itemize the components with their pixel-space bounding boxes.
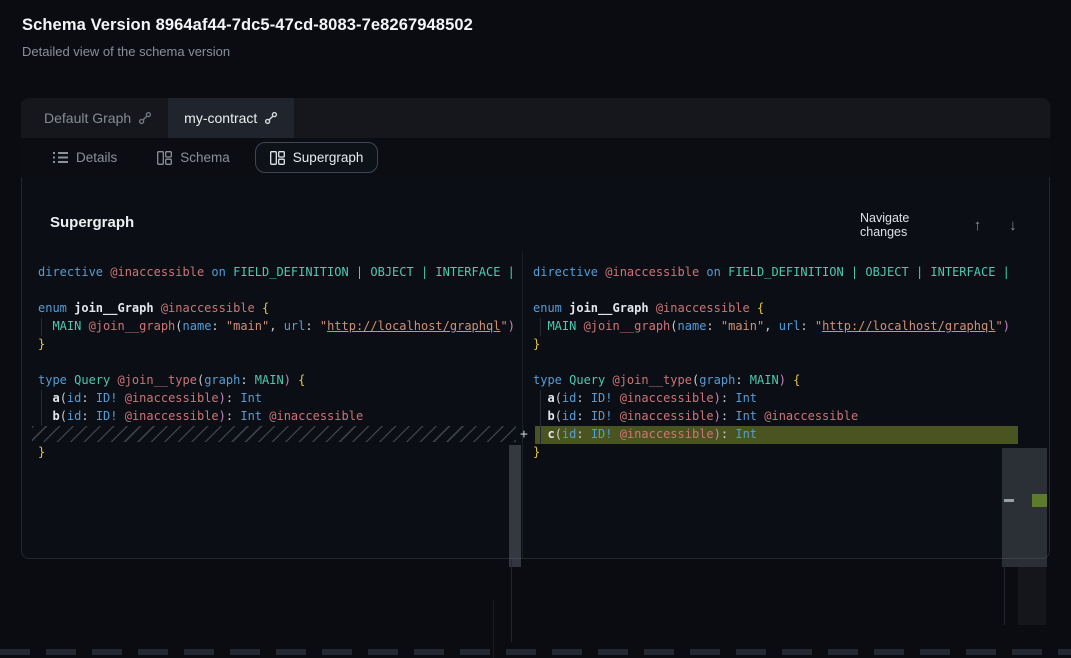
page-title: Schema Version 8964af44-7dc5-47cd-8083-7… [22,16,473,35]
arrow-down-icon: ↓ [1009,217,1017,234]
minimap-line-mark [1004,499,1014,502]
navigate-changes: Navigate changes ↑ ↓ [860,211,1020,239]
code-line: MAIN @join__graph(name: "main", url: "ht… [38,317,516,335]
diff-pane-original[interactable]: directive @inaccessible on FIELD_DEFINIT… [30,263,516,463]
minimap-slider[interactable] [1002,448,1047,567]
code-line: directive @inaccessible on FIELD_DEFINIT… [533,263,1018,281]
hatch-placeholder-line [32,425,516,443]
bottom-skeleton-dashes [0,649,1071,655]
minimap-overflow [1018,567,1046,625]
code-line: directive @inaccessible on FIELD_DEFINIT… [38,263,516,281]
navigate-up-button[interactable]: ↑ [970,217,984,234]
tab-default-graph-label: Default Graph [44,110,131,126]
indent-guide [41,318,42,336]
code-line: } [38,335,516,353]
code-line [38,353,516,371]
code-line: b(id: ID! @inaccessible): Int @inaccessi… [38,407,516,425]
code-line: enum join__Graph @inaccessible { [38,299,516,317]
diff-pane-divider [522,252,523,559]
tab-default-graph[interactable]: Default Graph [28,98,168,138]
indent-guide [41,390,42,426]
code-line: type Query @join__type(graph: MAIN) { [38,371,516,389]
tab-supergraph[interactable]: Supergraph [255,142,379,173]
code-line: a(id: ID! @inaccessible): Int [38,389,516,407]
code-line: b(id: ID! @inaccessible): Int @inaccessi… [533,407,1018,425]
pane-sash-line [511,559,512,642]
indent-guide [540,318,541,336]
tab-my-contract-label: my-contract [184,110,257,126]
tab-schema[interactable]: Schema [142,142,245,173]
code-line: MAIN @join__graph(name: "main", url: "ht… [533,317,1018,335]
overview-ruler-added-mark [1032,494,1047,507]
navigate-down-button[interactable]: ↓ [1006,217,1020,234]
tab-supergraph-label: Supergraph [293,150,364,165]
code-line: type Query @join__type(graph: MAIN) { [533,371,1018,389]
added-code-line: c(id: ID! @inaccessible): Int [533,425,1018,443]
arrow-up-icon: ↑ [974,217,982,234]
diff-plus-marker: + [520,427,528,443]
graph-tab-bar: Default Graph my-contract [21,98,1050,138]
overview-ruler-line [1004,559,1005,625]
view-tab-bar: Details Schema Supergraph [21,138,1050,177]
page-subtitle: Detailed view of the schema version [22,44,230,59]
code-line: a(id: ID! @inaccessible): Int [533,389,1018,407]
tab-details[interactable]: Details [38,142,132,173]
indent-guide [540,390,541,444]
tab-schema-label: Schema [180,150,230,165]
tab-details-label: Details [76,150,117,165]
columns-icon [157,151,172,165]
tab-my-contract[interactable]: my-contract [168,98,294,138]
variant-icon [264,111,278,125]
left-pane-scrollbar[interactable] [509,445,521,567]
columns-icon [270,151,285,165]
code-line: } [533,335,1018,353]
code-line: enum join__Graph @inaccessible { [533,299,1018,317]
code-line [533,281,1018,299]
panel-title: Supergraph [50,214,134,231]
diff-pane-modified[interactable]: directive @inaccessible on FIELD_DEFINIT… [524,263,1018,463]
code-line: } [533,443,1018,461]
navigate-changes-label: Navigate changes [860,211,949,239]
code-line [533,353,1018,371]
list-icon [53,151,68,164]
variant-icon [138,111,152,125]
schema-version-page: Schema Version 8964af44-7dc5-47cd-8083-7… [0,0,1071,658]
code-line [38,281,516,299]
code-line: } [38,443,516,461]
